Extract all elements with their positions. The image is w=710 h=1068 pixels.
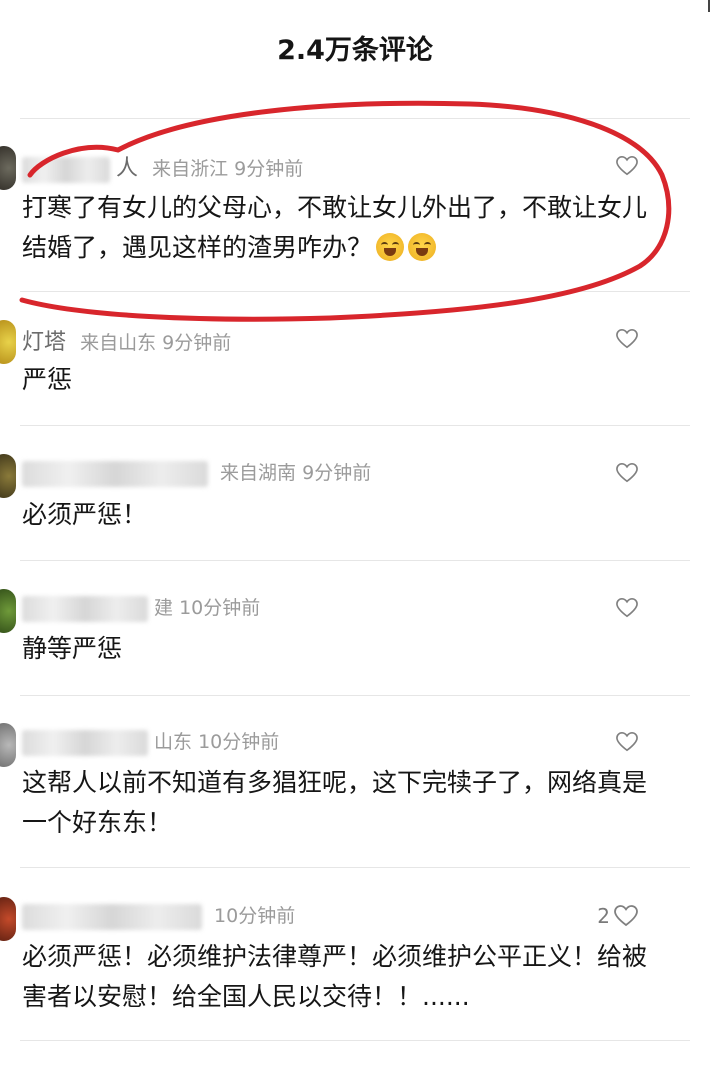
heart-outline-icon xyxy=(616,156,638,176)
divider xyxy=(20,867,690,868)
comment-text: 必须严惩！ xyxy=(22,500,148,529)
avatar[interactable] xyxy=(0,897,16,941)
comment-meta: 山东 10分钟前 xyxy=(22,727,279,756)
timestamp: 10分钟前 xyxy=(179,597,261,619)
divider xyxy=(20,118,690,119)
comment-text: 这帮人以前不知道有多猖狂呢，这下完犊子了，网络真是一个好东东！ xyxy=(22,768,648,837)
location-label: 来自湖南 xyxy=(220,462,297,484)
like-count: 2 xyxy=(597,904,610,928)
divider xyxy=(20,560,690,561)
divider xyxy=(20,1040,690,1041)
comment-text: 打寒了有女儿的父母心，不敢让女儿外出了，不敢让女儿结婚了，遇见这样的渣男咋办？ xyxy=(22,188,650,268)
location-label: 山东 xyxy=(154,731,193,753)
blurred-username xyxy=(22,460,208,487)
comment-meta: 10分钟前 xyxy=(22,901,295,930)
avatar[interactable] xyxy=(0,146,16,190)
like-button[interactable] xyxy=(612,461,638,485)
heart-outline-icon xyxy=(616,463,638,483)
comment-text: 严惩 xyxy=(22,365,73,394)
location-label: 来自山东 xyxy=(80,332,157,354)
timestamp: 10分钟前 xyxy=(214,905,296,927)
timestamp: 10分钟前 xyxy=(198,731,280,753)
divider xyxy=(20,291,690,292)
avatar[interactable] xyxy=(0,723,16,767)
blurred-username xyxy=(22,729,148,756)
like-button[interactable] xyxy=(612,730,638,754)
comment-text-content: 打寒了有女儿的父母心，不敢让女儿外出了，不敢让女儿结婚了，遇见这样的渣男咋办？ xyxy=(22,193,648,262)
comment-meta: 灯塔 来自山东 9分钟前 xyxy=(22,324,231,356)
avatar[interactable] xyxy=(0,454,16,498)
avatar[interactable] xyxy=(0,589,16,633)
comment-meta: 来自湖南 9分钟前 xyxy=(22,458,371,487)
comment-text: 静等严惩 xyxy=(22,634,123,663)
username[interactable]: 人 xyxy=(116,156,138,181)
comment-list[interactable]: 人 来自浙江 9分钟前 打寒了有女儿的父母心，不敢让女儿外出了，不敢让女儿结婚了… xyxy=(0,0,710,1068)
blurred-username xyxy=(22,903,202,930)
like-button[interactable] xyxy=(612,327,638,351)
location-label: 建 xyxy=(154,597,174,619)
comment-text: 必须严惩！必须维护法律尊严！必须维护公平正义！给被害者以安慰！给全国人民以交待！… xyxy=(22,942,648,1011)
avatar[interactable] xyxy=(0,320,16,364)
blurred-username xyxy=(22,595,148,622)
timestamp: 9分钟前 xyxy=(234,158,304,180)
like-button[interactable] xyxy=(612,596,638,620)
divider xyxy=(20,425,690,426)
heart-outline-icon xyxy=(616,732,638,752)
timestamp: 9分钟前 xyxy=(162,332,232,354)
timestamp: 9分钟前 xyxy=(302,462,372,484)
laugh-cry-emoji-icon xyxy=(376,233,405,261)
username[interactable]: 灯塔 xyxy=(22,330,66,355)
heart-outline-icon xyxy=(616,598,638,618)
heart-outline-icon xyxy=(614,905,638,927)
divider xyxy=(20,695,690,696)
like-button[interactable]: 2 xyxy=(588,904,638,928)
laugh-cry-emoji-icon xyxy=(408,233,437,261)
blurred-username xyxy=(22,156,110,183)
heart-outline-icon xyxy=(616,329,638,349)
like-button[interactable] xyxy=(612,154,638,178)
comment-meta: 建 10分钟前 xyxy=(22,593,260,622)
location-label: 来自浙江 xyxy=(152,158,229,180)
comment-meta: 人 来自浙江 9分钟前 xyxy=(22,150,303,183)
